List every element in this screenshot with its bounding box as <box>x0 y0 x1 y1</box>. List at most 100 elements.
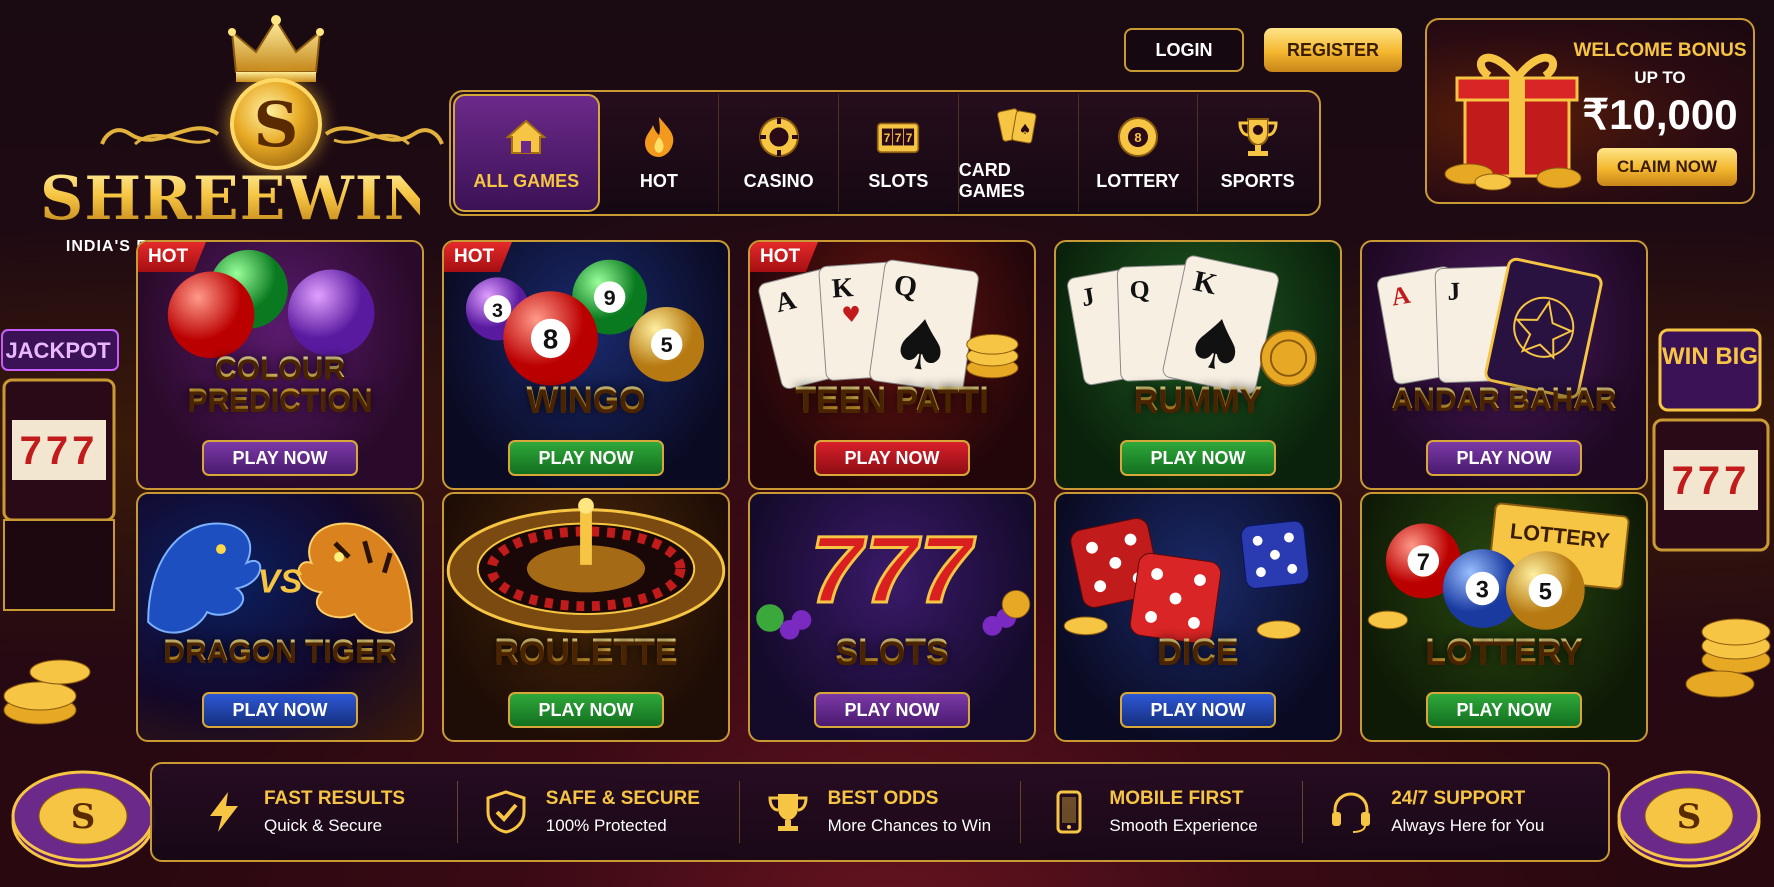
win-big-slot-machine-icon: WIN BIG 777 <box>1652 328 1771 698</box>
svg-text:7: 7 <box>884 131 891 145</box>
feature-title: BEST ODDS <box>827 788 939 809</box>
poker-chip-icon <box>758 116 799 157</box>
nav-label: CASINO <box>743 170 814 191</box>
game-card-dice[interactable]: DICE PLAY NOW <box>1054 492 1342 742</box>
nav-item-all-games[interactable]: ALL GAMES <box>453 94 600 212</box>
feature-title: MOBILE FIRST <box>1109 788 1244 809</box>
s-chip-right-icon: S <box>1617 770 1761 868</box>
lightning-icon <box>210 792 238 832</box>
feature-title: FAST RESULTS <box>264 788 406 809</box>
jackpot-slot-machine-icon: JACKPOT 777 <box>1 329 119 725</box>
play-now-button[interactable]: PLAY NOW <box>1426 692 1582 728</box>
play-now-button[interactable]: PLAY NOW <box>202 440 358 476</box>
claim-now-button[interactable]: CLAIM NOW <box>1597 148 1737 186</box>
feature-subtitle: Always Here for You <box>1391 816 1545 835</box>
nav-item-sports[interactable]: SPORTS <box>1198 94 1317 212</box>
feature-mobile-first: MOBILE FIRST Smooth Experience <box>1021 781 1304 843</box>
game-title: TEEN PATTI <box>750 382 1034 416</box>
feature-subtitle: Smooth Experience <box>1109 816 1258 835</box>
sevens-text: 777 <box>810 517 976 623</box>
nav-label: CARD GAMES <box>958 160 1025 201</box>
features-bar: FAST RESULTS Quick & Secure SAFE & SECURE… <box>150 762 1610 862</box>
play-now-button[interactable]: PLAY NOW <box>1120 440 1276 476</box>
playing-cards-icon: ♠ <box>997 108 1037 144</box>
chip-letter: S <box>1677 797 1702 837</box>
svg-text:8: 8 <box>1134 130 1141 145</box>
play-now-button[interactable]: PLAY NOW <box>202 692 358 728</box>
nav-label: ALL GAMES <box>473 170 580 191</box>
slot-machine-icon: 7 7 7 <box>877 122 920 153</box>
game-card-andar-bahar[interactable]: A J ANDAR BAHAR PLAY NOW <box>1360 240 1648 490</box>
svg-text:7: 7 <box>895 131 902 145</box>
nav-label: SLOTS <box>868 170 929 191</box>
game-title: SLOTS <box>750 634 1034 668</box>
nav-item-hot[interactable]: HOT <box>600 94 720 212</box>
nav-item-lottery[interactable]: 8 LOTTERY <box>1079 94 1199 212</box>
svg-text:♥: ♥ <box>841 302 862 328</box>
jackpot-sign: JACKPOT <box>5 338 111 363</box>
game-card-rummy[interactable]: J Q K ♠ RUMMY PLAY NOW <box>1054 240 1342 490</box>
game-card-lottery[interactable]: LOTTERY 7 3 5 LOTTERY PLAY NOW <box>1360 492 1648 742</box>
feature-best-odds: BEST ODDS More Chances to Win <box>740 781 1022 843</box>
card-rank: Q <box>1129 275 1150 305</box>
play-now-button[interactable]: PLAY NOW <box>1120 692 1276 728</box>
feature-support: 24/7 SUPPORT Always Here for You <box>1303 781 1584 843</box>
bonus-amount: ₹10,000 <box>1582 91 1738 138</box>
ball-number: 8 <box>543 323 558 354</box>
game-title: DRAGON TIGER <box>138 634 422 668</box>
game-card-wingo[interactable]: 3 9 8 5 HOT WINGO PLAY NOW <box>442 240 730 490</box>
game-card-teen-patti[interactable]: A K ♥ Q ♠ HOT TEEN PATTI PLAY NOW <box>748 240 1036 490</box>
brand-logo[interactable]: S SHREEWIN INDIA'S FAVOURITE GAMING PLAT… <box>40 14 444 255</box>
left-reels: 777 <box>20 429 99 473</box>
mobile-phone-icon <box>1056 790 1082 834</box>
play-now-button[interactable]: PLAY NOW <box>508 692 664 728</box>
flourish-right-icon <box>324 126 444 146</box>
svg-text:♠: ♠ <box>885 302 957 390</box>
headset-icon <box>1332 792 1371 833</box>
category-nav: ALL GAMES HOT CASINO 7 7 7 SLOTS ♠ CARD … <box>449 90 1321 216</box>
vs-text: VS <box>258 563 303 600</box>
play-now-button[interactable]: PLAY NOW <box>814 692 970 728</box>
game-title: ANDAR BAHAR <box>1362 382 1646 416</box>
ball-number: 9 <box>604 285 616 310</box>
logo-s-coin: S <box>230 78 322 170</box>
feature-subtitle: Quick & Secure <box>264 816 383 835</box>
feature-safe-secure: SAFE & SECURE 100% Protected <box>458 781 740 843</box>
ball-number: 7 <box>1417 550 1430 576</box>
ball-number: 5 <box>661 332 673 357</box>
play-now-button[interactable]: PLAY NOW <box>508 440 664 476</box>
feature-subtitle: More Chances to Win <box>827 816 992 835</box>
nav-label: HOT <box>639 170 678 191</box>
ball-number: 3 <box>1476 577 1489 603</box>
game-card-dragon-tiger[interactable]: VS DRAGON TIGER PLAY NOW <box>136 492 424 742</box>
svg-text:7: 7 <box>906 131 913 145</box>
game-card-colour-prediction[interactable]: HOT COLOUR PREDICTION PLAY NOW <box>136 240 424 490</box>
play-now-button[interactable]: PLAY NOW <box>1426 440 1582 476</box>
nav-label: SPORTS <box>1220 170 1295 191</box>
game-title: LOTTERY <box>1362 634 1646 668</box>
register-button[interactable]: REGISTER <box>1264 28 1402 72</box>
home-icon <box>505 119 547 154</box>
game-card-roulette[interactable]: ROULETTE PLAY NOW <box>442 492 730 742</box>
card-rank: K <box>831 271 855 303</box>
nav-item-casino[interactable]: CASINO <box>719 94 839 212</box>
s-chip-left-icon: S <box>11 770 155 868</box>
login-button[interactable]: LOGIN <box>1124 28 1244 72</box>
feature-subtitle: 100% Protected <box>545 816 667 835</box>
ball-number: 5 <box>1539 579 1552 605</box>
play-now-button[interactable]: PLAY NOW <box>814 440 970 476</box>
game-title: ROULETTE <box>444 634 728 668</box>
nav-item-card-games[interactable]: ♠ CARD GAMES <box>959 94 1079 212</box>
game-card-slots[interactable]: 777 SLOTS PLAY NOW <box>748 492 1036 742</box>
lottery-ball-icon: 8 <box>1117 116 1158 157</box>
card-rank: J <box>1447 276 1461 305</box>
chip-letter: S <box>71 797 96 837</box>
brand-name: SHREEWIN <box>40 164 440 234</box>
bonus-upto: UP TO <box>1634 68 1686 87</box>
feature-fast-results: FAST RESULTS Quick & Secure <box>176 781 458 843</box>
nav-label: LOTTERY <box>1096 170 1180 191</box>
ball-number: 3 <box>492 300 503 322</box>
nav-item-slots[interactable]: 7 7 7 SLOTS <box>839 94 959 212</box>
game-title: COLOUR PREDICTION <box>138 352 422 416</box>
feature-title: SAFE & SECURE <box>545 788 700 809</box>
